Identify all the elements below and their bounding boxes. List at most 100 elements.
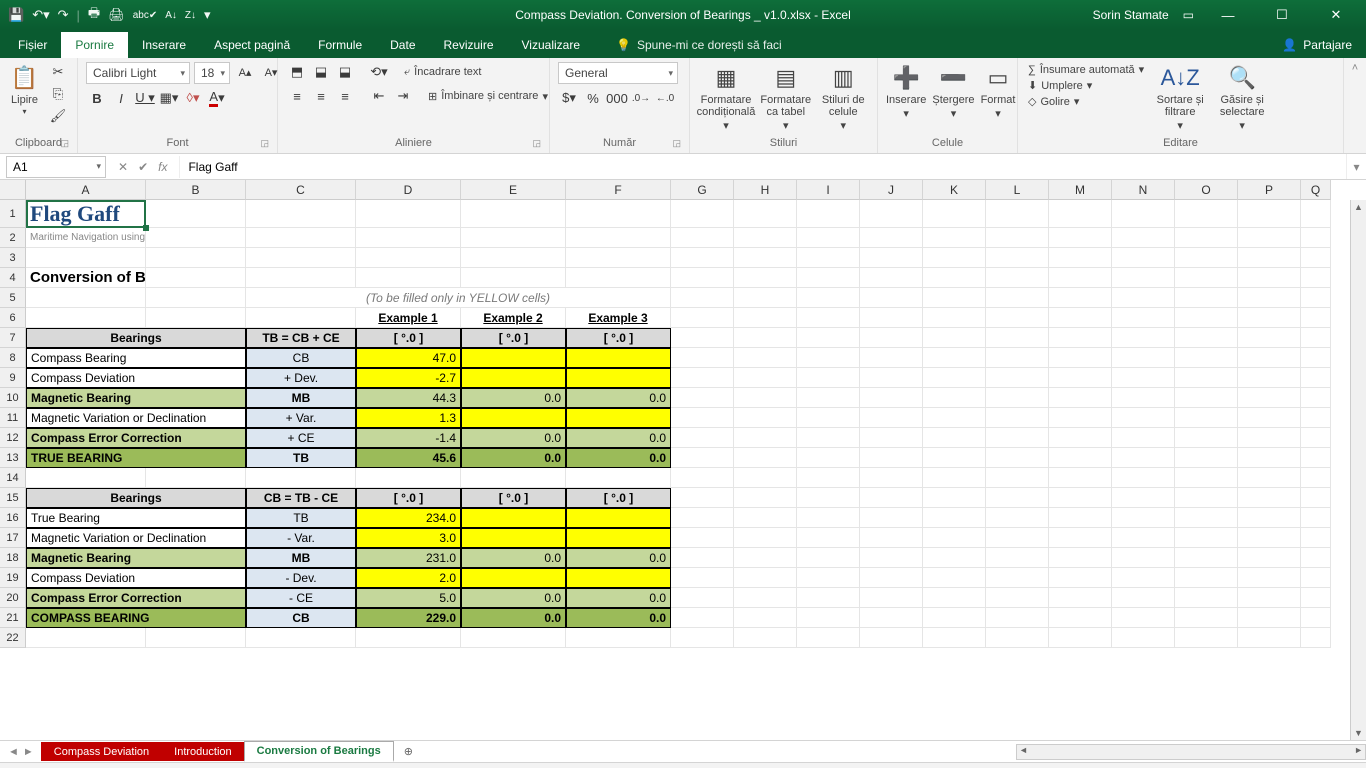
undo-icon[interactable]: ↶▾ xyxy=(32,7,49,23)
cut-icon[interactable]: ✂ xyxy=(47,62,69,82)
align-left-icon[interactable]: ≡ xyxy=(286,86,308,106)
fill-button[interactable]: ⬇Umplere ▾ xyxy=(1026,78,1146,93)
dialog-launcher-icon[interactable]: ◲ xyxy=(60,138,69,149)
select-all-corner[interactable] xyxy=(0,180,26,200)
tab-formulas[interactable]: Formule xyxy=(304,32,376,58)
format-cells-button[interactable]: ▭Format▾ xyxy=(981,62,1016,120)
underline-button[interactable]: U ▾ xyxy=(134,88,156,108)
align-middle-icon[interactable]: ⬓ xyxy=(310,62,332,82)
cell-styles-button[interactable]: ▥Stiluri de celule▾ xyxy=(818,62,870,132)
font-size-combo[interactable]: 18 xyxy=(194,62,230,84)
autosum-button[interactable]: ∑Însumare automată ▾ xyxy=(1026,62,1146,77)
collapse-ribbon-icon[interactable]: ˄ xyxy=(1344,58,1366,153)
wrap-icon: ⤶ xyxy=(404,66,410,79)
cancel-formula-icon[interactable]: ✕ xyxy=(118,160,128,174)
comma-format-icon[interactable]: 000 xyxy=(606,88,628,108)
group-label-cells: Celule xyxy=(886,137,1009,151)
delete-cells-button[interactable]: ➖Ștergere▾ xyxy=(932,62,974,120)
vertical-scrollbar[interactable] xyxy=(1350,200,1366,740)
tab-home[interactable]: Pornire xyxy=(61,32,128,58)
spreadsheet-grid[interactable]: ABCDEFGHIJKLMNOPQ 1234567891011121314151… xyxy=(0,180,1366,740)
new-sheet-button[interactable]: ⊕ xyxy=(394,745,423,758)
align-center-icon[interactable]: ≡ xyxy=(310,86,332,106)
cells-area[interactable]: Flag GaffMaritime Navigation using Excel… xyxy=(26,200,1331,648)
group-label-alignment: Aliniere◲ xyxy=(286,137,541,151)
orientation-icon[interactable]: ⟲▾ xyxy=(368,62,390,82)
qat-more-icon[interactable]: ▾ xyxy=(204,7,211,23)
tab-insert[interactable]: Inserare xyxy=(128,32,200,58)
enter-formula-icon[interactable]: ✔ xyxy=(138,160,148,174)
tab-page-layout[interactable]: Aspect pagină xyxy=(200,32,304,58)
copy-icon[interactable]: ⎘ xyxy=(47,84,69,104)
decrease-indent-icon[interactable]: ⇤ xyxy=(368,86,390,106)
sheet-nav[interactable]: ◄► xyxy=(0,746,42,758)
bold-button[interactable]: B xyxy=(86,88,108,108)
italic-button[interactable]: I xyxy=(110,88,132,108)
tab-file[interactable]: Fișier xyxy=(4,32,61,58)
sort-filter-button[interactable]: A↓ZSortare și filtrare▾ xyxy=(1152,62,1208,132)
row-headers[interactable]: 12345678910111213141516171819202122 xyxy=(0,200,26,648)
maximize-button[interactable]: ☐ xyxy=(1262,7,1302,23)
ribbon-options-icon[interactable]: ▭ xyxy=(1183,8,1194,22)
format-painter-icon[interactable]: 🖌 xyxy=(47,106,69,126)
formula-input[interactable]: Flag Gaff xyxy=(179,156,1346,178)
format-as-table-button[interactable]: ▤Formatare ca tabel▾ xyxy=(760,62,812,132)
tab-data[interactable]: Date xyxy=(376,32,429,58)
minimize-button[interactable]: — xyxy=(1208,8,1248,23)
user-name[interactable]: Sorin Stamate xyxy=(1093,8,1169,22)
conditional-formatting-button[interactable]: ▦Formatare condițională▾ xyxy=(698,62,754,132)
group-alignment: ⬒ ⬓ ⬓ ⟲▾ ⤶Încadrare text ≡ ≡ ≡ ⇤ ⇥ ⊞Îmbi… xyxy=(278,58,550,153)
sheet-tab-conversion[interactable]: Conversion of Bearings xyxy=(244,741,394,762)
tab-review[interactable]: Revizuire xyxy=(430,32,508,58)
accounting-format-icon[interactable]: $▾ xyxy=(558,88,580,108)
group-number: General $▾ % 000 .0→ ←.0 Număr◲ xyxy=(550,58,690,153)
increase-font-icon[interactable]: A▴ xyxy=(234,62,256,82)
name-box[interactable]: A1 xyxy=(6,156,106,178)
fx-icon[interactable]: fx xyxy=(158,160,167,174)
find-select-button[interactable]: 🔍Găsire și selectare▾ xyxy=(1214,62,1270,132)
dialog-launcher-icon[interactable]: ◲ xyxy=(672,138,681,149)
percent-format-icon[interactable]: % xyxy=(582,88,604,108)
increase-decimal-icon[interactable]: .0→ xyxy=(630,88,652,108)
align-right-icon[interactable]: ≡ xyxy=(334,86,356,106)
close-button[interactable]: ✕ xyxy=(1316,7,1356,23)
ribbon: 📋Lipire▾ ✂ ⎘ 🖌 Clipboard◲ Calibri Light … xyxy=(0,58,1366,154)
spelling-icon[interactable]: abc✔ xyxy=(133,10,158,21)
save-icon[interactable]: 💾 xyxy=(8,7,24,23)
sort-desc-icon[interactable]: Z↓ xyxy=(185,10,196,21)
expand-formula-bar-icon[interactable]: ▾ xyxy=(1346,154,1366,179)
printpreview-icon[interactable]: 🖨 xyxy=(108,7,125,23)
fill-color-button[interactable]: ◊▾ xyxy=(182,88,204,108)
fill-handle[interactable] xyxy=(143,225,149,231)
tab-view[interactable]: Vizualizare xyxy=(508,32,594,58)
font-color-button[interactable]: A▾ xyxy=(206,88,228,108)
delete-icon: ➖ xyxy=(940,64,967,92)
quickprint-icon[interactable]: 🖶 xyxy=(88,4,100,26)
align-bottom-icon[interactable]: ⬓ xyxy=(334,62,356,82)
clear-icon: ◇ xyxy=(1028,95,1036,108)
share-button[interactable]: 👤Partajare xyxy=(1268,32,1366,58)
redo-icon[interactable]: ↷ xyxy=(58,7,69,23)
merge-center-button[interactable]: ⊞Îmbinare și centrare ▾ xyxy=(426,86,550,106)
dialog-launcher-icon[interactable]: ◲ xyxy=(532,138,541,149)
clear-button[interactable]: ◇Golire ▾ xyxy=(1026,94,1146,109)
merge-icon: ⊞ xyxy=(428,90,437,103)
sort-asc-icon[interactable]: A↓ xyxy=(165,10,177,21)
decrease-decimal-icon[interactable]: ←.0 xyxy=(654,88,676,108)
font-name-combo[interactable]: Calibri Light xyxy=(86,62,190,84)
sheet-tab-bar: ◄► Compass Deviation Introduction Conver… xyxy=(0,740,1366,762)
dialog-launcher-icon[interactable]: ◲ xyxy=(260,138,269,149)
number-format-combo[interactable]: General xyxy=(558,62,678,84)
increase-indent-icon[interactable]: ⇥ xyxy=(392,86,414,106)
cell-styles-icon: ▥ xyxy=(833,64,854,92)
align-top-icon[interactable]: ⬒ xyxy=(286,62,308,82)
borders-button[interactable]: ▦▾ xyxy=(158,88,180,108)
paste-button[interactable]: 📋Lipire▾ xyxy=(8,62,41,117)
sheet-tab-compass-deviation[interactable]: Compass Deviation xyxy=(41,742,162,761)
horizontal-scrollbar[interactable] xyxy=(1016,744,1366,760)
tell-me[interactable]: 💡Spune-mi ce dorești să faci xyxy=(606,32,792,58)
sheet-tab-introduction[interactable]: Introduction xyxy=(161,742,244,761)
column-headers[interactable]: ABCDEFGHIJKLMNOPQ xyxy=(26,180,1331,200)
wrap-text-button[interactable]: ⤶Încadrare text xyxy=(402,62,483,82)
insert-cells-button[interactable]: ➕Inserare▾ xyxy=(886,62,926,120)
